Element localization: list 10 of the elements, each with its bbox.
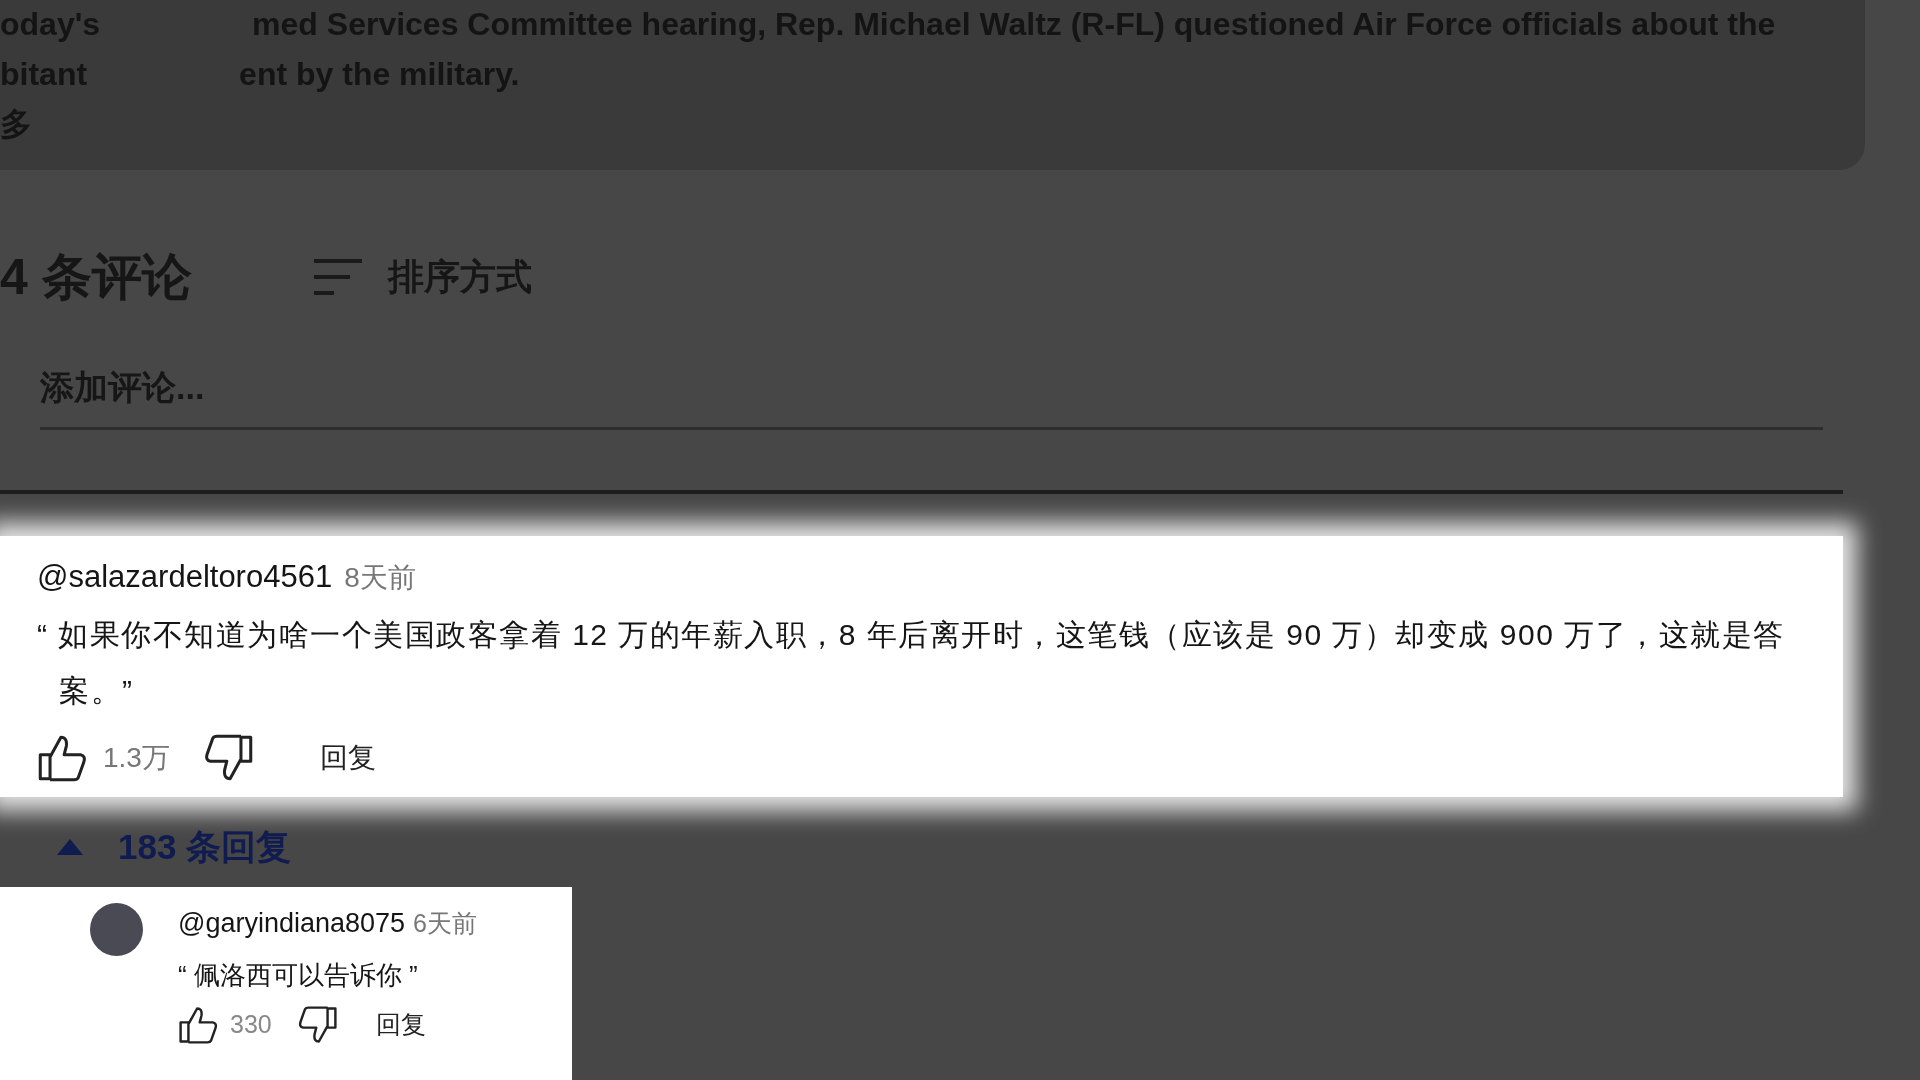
reply-button[interactable]: 回复 [319, 736, 376, 779]
reply-author[interactable]: @garyindiana8075 [178, 908, 406, 938]
like-count: 330 [230, 1008, 272, 1040]
reply-time: 6天前 [413, 909, 477, 937]
like-count: 1.3万 [103, 740, 170, 775]
reply-button[interactable]: 回复 [375, 1005, 426, 1044]
comment-time: 8天前 [344, 562, 416, 593]
comment-text: “ 如果你不知道为啥一个美国政客拿着 12 万的年薪入职，8 年后离开时，这笔钱（应该是 90 万）却变成 900 万了，这就是答案。” [37, 616, 1786, 709]
reply-text: “ 佩洛西可以告诉你 ” [178, 958, 419, 992]
comment-author[interactable]: @salazardeltoro4561 [37, 559, 333, 594]
